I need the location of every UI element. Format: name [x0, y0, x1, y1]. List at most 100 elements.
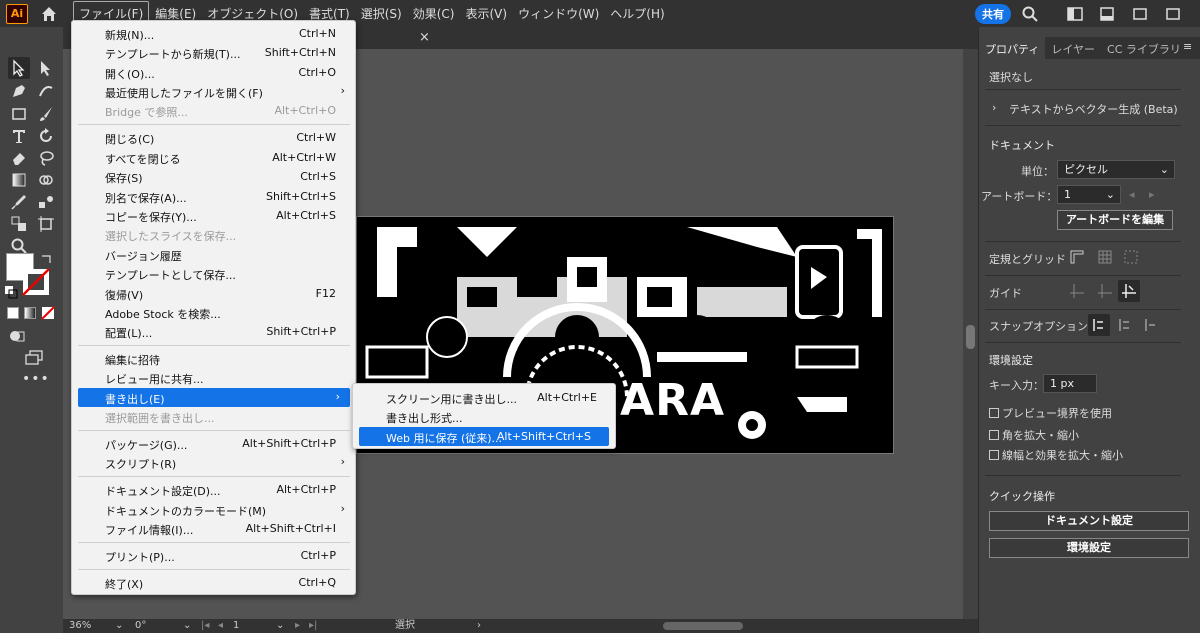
snap-to-point-icon[interactable] — [1091, 317, 1107, 333]
menu-item-invite-to-edit[interactable]: 編集に招待 — [72, 349, 355, 368]
menu-item-scripts[interactable]: スクリプト(R) › — [72, 453, 355, 472]
menu-item-revert[interactable]: 復帰(V) F12 — [72, 284, 355, 303]
snap-to-glyph-icon[interactable] — [1143, 317, 1159, 333]
keyboard-increment-input[interactable]: 1 px — [1043, 374, 1097, 393]
pen-tool-icon[interactable] — [10, 82, 28, 100]
minimize-icon[interactable] — [1098, 5, 1116, 23]
tab-layers[interactable]: レイヤー — [1045, 37, 1101, 59]
tab-properties[interactable]: プロパティ — [979, 37, 1046, 59]
menu-item-file-info[interactable]: ファイル情報(I)... Alt+Shift+Ctrl+I — [72, 519, 355, 538]
stroke-swatch[interactable] — [22, 268, 50, 296]
menu-item-open-recent[interactable]: 最近使用したファイルを開く(F) › — [72, 82, 355, 101]
curvature-tool-icon[interactable] — [37, 82, 55, 100]
swap-colors-icon[interactable] — [40, 252, 54, 266]
selection-tool-icon[interactable] — [10, 59, 28, 77]
first-artboard-icon[interactable]: |◂ — [201, 619, 209, 633]
none-mode-icon[interactable] — [41, 306, 55, 320]
menu-item-save[interactable]: 保存(S) Ctrl+S — [72, 167, 355, 186]
previous-artboard-icon[interactable]: ◂ — [218, 619, 223, 633]
rectangle-tool-icon[interactable] — [10, 105, 28, 123]
rotation-value[interactable]: 0° — [135, 619, 146, 633]
last-artboard-icon[interactable]: ▸| — [309, 619, 317, 633]
restore-icon[interactable] — [1131, 5, 1149, 23]
eraser-tool-icon[interactable] — [10, 149, 28, 167]
menu-item-share-for-review[interactable]: レビュー用に共有... — [72, 368, 355, 387]
menu-item-new-from-template[interactable]: テンプレートから新規(T)... Shift+Ctrl+N — [72, 43, 355, 62]
document-setup-button[interactable]: ドキュメント設定 — [989, 511, 1189, 531]
menu-item-save-a-copy[interactable]: コピーを保存(Y)... Alt+Ctrl+S — [72, 206, 355, 225]
close-window-icon[interactable] — [1164, 5, 1182, 23]
preferences-button[interactable]: 環境設定 — [989, 538, 1189, 558]
gradient-mode-icon[interactable] — [24, 307, 36, 319]
search-icon[interactable] — [1021, 5, 1039, 23]
canvas-vertical-scrollbar[interactable] — [963, 49, 978, 619]
share-button[interactable]: 共有 — [975, 4, 1011, 24]
rotate-tool-icon[interactable] — [37, 127, 55, 145]
paintbrush-tool-icon[interactable] — [37, 105, 55, 123]
menu-item-document-setup[interactable]: ドキュメント設定(D)... Alt+Ctrl+P — [72, 480, 355, 499]
workspace-icon[interactable] — [1066, 5, 1084, 23]
previous-artboard-arrow-icon[interactable]: ◂ — [1129, 188, 1135, 201]
gradient-tool-icon[interactable] — [10, 171, 28, 189]
menu-item-print[interactable]: プリント(P)... Ctrl+P — [72, 546, 355, 565]
menu-select[interactable]: 選択(S) — [356, 2, 407, 25]
horizontal-scrollbar-thumb[interactable] — [663, 622, 743, 630]
ruler-icon[interactable] — [1069, 249, 1085, 265]
scrollbar-thumb[interactable] — [966, 325, 975, 349]
next-artboard-arrow-icon[interactable]: ▸ — [1149, 188, 1155, 201]
menu-item-export[interactable]: 書き出し(E) › — [78, 388, 350, 407]
shape-builder-tool-icon[interactable] — [37, 171, 55, 189]
drawing-mode-icon[interactable] — [8, 327, 26, 345]
menu-item-save-as[interactable]: 別名で保存(A)... Shift+Ctrl+S — [72, 187, 355, 206]
menu-view[interactable]: 表示(V) — [460, 2, 512, 25]
menu-window[interactable]: ウィンドウ(W) — [513, 2, 604, 25]
menu-item-exit[interactable]: 終了(X) Ctrl+Q — [72, 573, 355, 592]
unit-select[interactable]: ピクセル ⌄ — [1057, 160, 1175, 179]
close-tab-icon[interactable]: × — [419, 30, 430, 45]
grid-icon[interactable] — [1097, 249, 1113, 265]
menu-item-new[interactable]: 新規(N)... Ctrl+N — [72, 24, 355, 43]
screen-mode-icon[interactable] — [24, 349, 44, 367]
artboard-number[interactable]: 1 — [233, 619, 239, 633]
artboard-select[interactable]: 1 ⌄ — [1057, 185, 1121, 204]
tab-cc-libraries[interactable]: CC ライブラリ — [1101, 37, 1187, 59]
menu-item-save-for-web[interactable]: Web 用に保存 (従来)... Alt+Shift+Ctrl+S — [359, 427, 609, 446]
color-mode-icon[interactable] — [7, 307, 19, 319]
rotation-dropdown-icon[interactable]: ⌄ — [183, 619, 191, 633]
scale-strokes-checkbox[interactable]: 線幅と効果を拡大・縮小 — [989, 447, 1123, 463]
menu-item-export-as[interactable]: 書き出し形式... — [353, 407, 615, 426]
more-tools-icon[interactable]: ••• — [22, 371, 50, 387]
menu-item-export-for-screens[interactable]: スクリーン用に書き出し... Alt+Ctrl+E — [353, 388, 615, 407]
pixel-grid-icon[interactable] — [1123, 249, 1139, 265]
menu-item-close[interactable]: 閉じる(C) Ctrl+W — [72, 128, 355, 147]
panel-menu-icon[interactable]: ≡ — [1183, 40, 1192, 53]
menu-item-place[interactable]: 配置(L)... Shift+Ctrl+P — [72, 322, 355, 341]
default-colors-icon[interactable] — [4, 285, 18, 299]
use-preview-bounds-checkbox[interactable]: プレビュー境界を使用 — [989, 405, 1112, 421]
eyedropper-tool-icon[interactable] — [10, 193, 28, 211]
type-tool-icon[interactable] — [10, 127, 28, 145]
show-guides-icon[interactable] — [1069, 283, 1085, 299]
text-to-vector-label[interactable]: テキストからベクター生成 (Beta) — [1009, 101, 1178, 117]
artboard-tool-icon[interactable] — [37, 215, 55, 233]
snap-to-pixel-icon[interactable] — [1117, 317, 1133, 333]
direct-selection-tool-icon[interactable] — [37, 59, 55, 77]
menu-item-package[interactable]: パッケージ(G)... Alt+Shift+Ctrl+P — [72, 434, 355, 453]
next-artboard-icon[interactable]: ▸ — [295, 619, 300, 633]
smart-guides-icon[interactable] — [1121, 283, 1137, 299]
artboard-dropdown-icon[interactable]: ⌄ — [276, 619, 284, 633]
menu-help[interactable]: ヘルプ(H) — [605, 2, 669, 25]
zoom-dropdown-icon[interactable]: ⌄ — [115, 619, 123, 633]
chevron-right-icon[interactable]: › — [992, 101, 996, 114]
zoom-level[interactable]: 36% — [69, 619, 91, 633]
menu-item-close-all[interactable]: すべてを閉じる Alt+Ctrl+W — [72, 148, 355, 167]
menu-effect[interactable]: 効果(C) — [408, 2, 460, 25]
menu-item-open[interactable]: 開く(O)... Ctrl+O — [72, 63, 355, 82]
live-paint-tool-icon[interactable] — [10, 215, 28, 233]
menu-item-save-as-template[interactable]: テンプレートとして保存... — [72, 264, 355, 283]
edit-artboards-button[interactable]: アートボードを編集 — [1057, 210, 1173, 230]
status-menu-icon[interactable]: › — [477, 619, 481, 633]
lock-guides-icon[interactable] — [1097, 283, 1113, 299]
menu-item-search-adobe-stock[interactable]: Adobe Stock を検索... — [72, 303, 355, 322]
lasso-tool-icon[interactable] — [37, 149, 55, 167]
